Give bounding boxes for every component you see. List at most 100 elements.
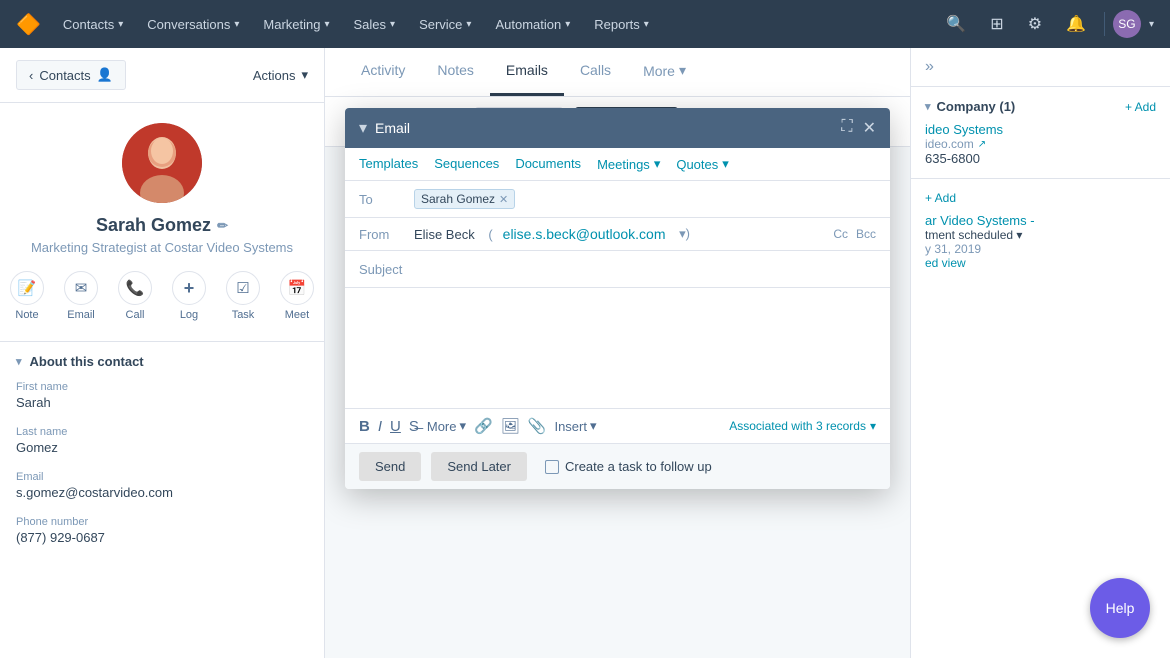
call-icon: 📞	[118, 271, 152, 305]
strikethrough-icon[interactable]: S̶	[409, 418, 419, 435]
email-action[interactable]: ✉ Email	[64, 271, 98, 321]
avatar-image	[122, 123, 202, 203]
bcc-button[interactable]: Bcc	[856, 227, 876, 241]
modal-tab-documents[interactable]: Documents	[515, 156, 581, 172]
deal-date: y 31, 2019	[925, 242, 1156, 256]
company-name-link[interactable]: ideo Systems	[925, 122, 1156, 137]
link-icon[interactable]: 🔗	[474, 417, 493, 435]
help-button[interactable]: Help	[1090, 578, 1150, 638]
from-field: From Elise Beck ( elise.s.beck@outlook.c…	[345, 218, 890, 251]
expand-icon[interactable]: »	[925, 58, 934, 76]
note-icon: 📝	[10, 271, 44, 305]
log-action[interactable]: + Log	[172, 271, 206, 321]
about-section: ▾ About this contact First name Sarah La…	[0, 342, 324, 573]
contact-title: Marketing Strategist at Costar Video Sys…	[16, 240, 308, 255]
tabs-bar: Activity Notes Emails Calls More ▾	[325, 48, 910, 97]
tab-calls[interactable]: Calls	[564, 48, 627, 96]
modal-toolbar: B I U S̶ More ▾ 🔗 🖼 📎 Insert ▾	[345, 408, 890, 443]
collapse-icon[interactable]: ▾	[925, 100, 931, 113]
remove-recipient-icon[interactable]: ✕	[499, 193, 508, 206]
email-field: Email s.gomez@costarvideo.com	[16, 471, 308, 500]
nav-service[interactable]: Service ▾	[409, 11, 481, 38]
marketplace-icon[interactable]: ⊞	[980, 8, 1013, 40]
chevron-down-icon: ▾	[679, 62, 686, 79]
attachment-icon[interactable]: 📎	[528, 417, 547, 435]
hubspot-logo[interactable]: 🔶	[16, 12, 41, 37]
search-icon[interactable]: 🔍	[936, 8, 976, 40]
external-link-icon[interactable]: ↗	[978, 139, 986, 150]
nav-reports[interactable]: Reports ▾	[584, 11, 659, 38]
tab-notes[interactable]: Notes	[421, 48, 490, 96]
nav-contacts[interactable]: Contacts ▾	[53, 11, 133, 38]
subject-field[interactable]: Subject	[345, 251, 890, 288]
chevron-down-icon: ▾	[118, 19, 123, 30]
avatar[interactable]: SG	[1113, 10, 1141, 38]
note-action[interactable]: 📝 Note	[10, 271, 44, 321]
back-icon: ‹	[29, 68, 33, 83]
italic-icon[interactable]: I	[378, 418, 382, 435]
email-compose-modal: ▾ Email ⛶ ✕ Templates Sequences Document…	[345, 108, 890, 489]
insert-button[interactable]: Insert ▾	[554, 418, 596, 434]
avatar-svg	[122, 123, 202, 203]
modal-minimize-icon[interactable]: ▾	[359, 118, 367, 138]
meet-icon: 📅	[280, 271, 314, 305]
settings-icon[interactable]: ⚙	[1018, 8, 1052, 40]
modal-header: ▾ Email ⛶ ✕	[345, 108, 890, 148]
log-icon: +	[172, 271, 206, 305]
top-navigation: 🔶 Contacts ▾ Conversations ▾ Marketing ▾…	[0, 0, 1170, 48]
right-sidebar: » ▾ Company (1) + Add ideo Systems ideo.…	[910, 48, 1170, 658]
follow-up-task-checkbox[interactable]: Create a task to follow up	[545, 459, 712, 474]
nav-marketing[interactable]: Marketing ▾	[253, 11, 339, 38]
chevron-down-icon: ▾	[234, 19, 239, 30]
from-email[interactable]: elise.s.beck@outlook.com	[503, 226, 666, 242]
about-header[interactable]: ▾ About this contact	[16, 354, 308, 369]
associated-records-link[interactable]: Associated with 3 records ▾	[729, 419, 876, 433]
center-content: Activity Notes Emails Calls More ▾ Threa…	[325, 48, 910, 658]
tab-activity[interactable]: Activity	[345, 48, 421, 96]
add-company-link[interactable]: + Add	[1125, 100, 1156, 114]
chevron-down-icon: ▾	[565, 19, 570, 30]
modal-tab-quotes[interactable]: Quotes ▾	[676, 156, 728, 172]
image-icon[interactable]: 🖼	[501, 417, 520, 435]
send-later-button[interactable]: Send Later	[431, 452, 527, 481]
modal-tab-templates[interactable]: Templates	[359, 156, 418, 172]
recipient-tag: Sarah Gomez ✕	[414, 189, 515, 209]
meet-action[interactable]: 📅 Meet	[280, 271, 314, 321]
modal-body: To Sarah Gomez ✕ From Elise Beck ( elise…	[345, 181, 890, 489]
chevron-down-icon: ▾	[590, 418, 597, 434]
collapse-icon: ▾	[16, 355, 22, 368]
modal-send-footer: Send Send Later Create a task to follow …	[345, 443, 890, 489]
edit-icon[interactable]: ✏	[217, 218, 228, 234]
email-body[interactable]	[345, 288, 890, 408]
modal-tab-sequences[interactable]: Sequences	[434, 156, 499, 172]
actions-button[interactable]: Actions ▾	[253, 67, 308, 83]
expand-icon[interactable]: ⛶	[841, 118, 852, 138]
chevron-down-icon: ▾	[466, 19, 471, 30]
nav-automation[interactable]: Automation ▾	[485, 11, 580, 38]
modal-tab-meetings[interactable]: Meetings ▾	[597, 156, 660, 172]
contact-name: Sarah Gomez ✏	[16, 215, 308, 236]
back-to-contacts-button[interactable]: ‹ Contacts 👤	[16, 60, 126, 90]
notifications-icon[interactable]: 🔔	[1056, 8, 1096, 40]
deal-name-link[interactable]: ar Video Systems -	[925, 213, 1156, 228]
task-action[interactable]: ☑ Task	[226, 271, 260, 321]
tab-emails[interactable]: Emails	[490, 48, 564, 96]
user-menu-chevron[interactable]: ▾	[1149, 19, 1154, 30]
company-email: ideo.com ↗	[925, 137, 1156, 151]
nav-sales[interactable]: Sales ▾	[344, 11, 406, 38]
send-button[interactable]: Send	[359, 452, 421, 481]
underline-icon[interactable]: U	[390, 418, 401, 435]
close-icon[interactable]: ✕	[863, 118, 876, 138]
call-action[interactable]: 📞 Call	[118, 271, 152, 321]
more-toolbar-button[interactable]: More ▾	[427, 418, 466, 434]
view-link[interactable]: ed view	[925, 256, 1156, 270]
quick-actions: 📝 Note ✉ Email 📞 Call + Log ☑ Task	[16, 271, 308, 321]
add-deal-link[interactable]: + Add	[925, 191, 956, 205]
nav-conversations[interactable]: Conversations ▾	[137, 11, 249, 38]
chevron-down-icon: ▾	[460, 418, 467, 434]
chevron-down-icon: ▾	[654, 156, 661, 172]
checkbox-input[interactable]	[545, 460, 559, 474]
tab-more[interactable]: More ▾	[627, 48, 702, 96]
bold-icon[interactable]: B	[359, 418, 370, 435]
cc-button[interactable]: Cc	[833, 227, 848, 241]
